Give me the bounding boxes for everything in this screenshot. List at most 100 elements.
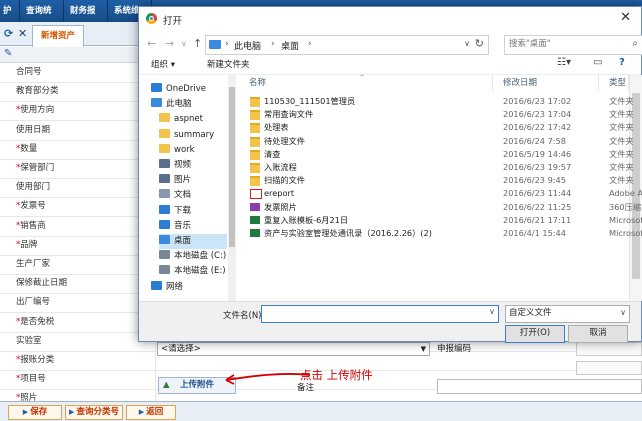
file-row[interactable]: 重复入账模板-6月21日 2016/6/21 17:11 Microsoft Exc… [239,214,642,227]
refresh-icon[interactable]: ⟳ [4,27,13,40]
back-button[interactable]: ▶ 返回 [126,405,176,420]
breadcrumb-desktop[interactable]: 桌面 [281,39,299,52]
chevron-down-icon: ∨ [620,308,626,317]
chevron-down-icon[interactable]: ∨ [489,307,495,316]
refresh-icon[interactable]: ↻ [475,37,484,50]
file-row[interactable]: ereport 2016/6/23 11:44 Adobe Acrobat [239,187,642,200]
file-date: 2016/6/22 11:25 [503,201,572,212]
address-bar[interactable]: › 此电脑 › 桌面 › ∨ ↻ [205,35,489,55]
file-name: 入账流程 [264,162,297,172]
sidebar-item[interactable]: work [159,143,227,158]
file-row[interactable]: 清查 2016/5/19 14:46 文件夹 [239,148,641,161]
new-folder-button[interactable]: 新建文件夹 [207,58,250,70]
up-arrow-icon[interactable]: ↑ [193,37,202,50]
file-date: 2016/6/23 17:04 [503,109,572,120]
view-options-icon[interactable]: ☷▾ [557,57,571,68]
file-type: Adobe Acrobat [609,188,642,199]
preview-pane-icon[interactable]: ▭ [593,57,602,68]
sidebar-item[interactable]: summary [159,128,227,143]
category-select-value: <请选择> [161,344,201,354]
query-category-button[interactable]: ▶ 查询分类号 [65,405,123,420]
declare-code-input[interactable] [576,342,642,356]
file-date: 2016/6/21 17:11 [503,214,572,225]
chevron-down-icon[interactable]: ∨ [181,39,187,48]
sidebar-item[interactable]: 本地磁盘 (C:) [159,249,227,264]
sidebar-item[interactable]: 下载 [159,204,227,219]
file-row[interactable]: 资产与实验室管理处通讯录（2016.2.26）(2) 2016/4/1 15:44… [239,227,642,240]
sidebar-item[interactable]: aspnet [159,112,227,127]
dialog-footer: 文件名(N): ∨ 自定义文件 ∨ 打开(O) 取消 [139,301,641,343]
save-button[interactable]: ▶ 保存 [8,405,62,420]
chevron-down-icon: ▼ [420,345,426,353]
remark-label: 备注 [297,383,315,393]
file-row[interactable]: 入账流程 2016/6/23 19:57 文件夹 [239,161,641,174]
category-select[interactable]: <请选择> ▼ [157,342,430,356]
back-arrow-icon[interactable]: ← [147,37,156,50]
form-field-label: 实验室 [16,335,42,346]
column-header-date[interactable]: 修改日期 [493,75,599,91]
form-field-label: *报账分类 [16,355,55,365]
rar-icon [250,202,260,211]
file-row[interactable]: 110530_111501管理员 2016/6/23 17:02 文件夹 [239,95,641,108]
music-icon [159,219,170,229]
nav-item-maintain[interactable]: 护 [0,0,20,22]
nav-item-finance[interactable]: 财务报账 [64,0,108,38]
forward-arrow-icon[interactable]: → [165,37,174,50]
sidebar-item[interactable]: 音乐 [159,219,227,234]
sidebar-item-label: work [174,144,195,155]
chevron-down-icon[interactable]: ∨ [464,39,470,48]
file-name: 处理表 [264,122,289,133]
sidebar-item[interactable]: 视频 [159,158,227,173]
sidebar-item[interactable]: 此电脑 [151,97,227,112]
edit-icon[interactable]: ✎ [4,48,12,59]
filename-input[interactable]: ∨ [261,305,499,323]
sidebar-item[interactable]: 图片 [159,173,227,188]
close-icon[interactable]: ✕ [620,10,631,25]
file-row[interactable]: 待处理文件 2016/6/24 7:58 文件夹 [239,135,641,148]
scrollbar-thumb[interactable] [229,87,235,247]
file-row[interactable]: 扫描的文件 2016/6/23 9:45 文件夹 [239,174,641,187]
project-extra-input[interactable] [576,361,642,375]
cancel-button[interactable]: 取消 [568,325,628,343]
file-row[interactable]: 发票照片 2016/6/22 11:25 360压缩 RAR 文 [239,201,642,214]
sidebar-item[interactable]: OneDrive [151,82,227,97]
sidebar-item[interactable]: 文档 [159,188,227,203]
declare-code-label: 申报编码 [437,344,472,354]
help-icon[interactable]: ? [619,57,625,68]
folder-icon [250,163,260,173]
nav-item-query-stats[interactable]: 查询统计 [20,0,64,38]
open-button[interactable]: 打开(O) [505,325,565,343]
remark-input[interactable] [437,379,642,394]
file-type-select[interactable]: 自定义文件 ∨ [505,305,630,323]
file-type: 文件夹 [609,96,634,106]
sidebar-item-label: 网络 [166,281,184,292]
navigation-pane-scrollbar[interactable] [228,75,236,301]
file-type: 文件夹 [609,148,634,159]
tab-add-asset[interactable]: 新增资产 [32,25,84,47]
breadcrumb-separator: › [271,39,275,49]
file-row[interactable]: 常用查询文件 2016/6/23 17:04 文件夹 [239,108,641,121]
file-type: Microsoft Excel [609,214,642,225]
sidebar-item[interactable]: 本地磁盘 (E:) [159,264,227,279]
dialog-toolbar: 组织 ▾ 新建文件夹 ☷▾ ▭ ? [139,55,641,75]
column-header-type[interactable]: 类型 [599,75,629,91]
folder-icon [159,143,170,153]
close-icon[interactable]: ✕ [18,27,27,40]
sidebar-item[interactable]: 桌面 [159,234,227,249]
sidebar-item-label: 图片 [174,175,192,186]
form-field-label: 合同号 [16,67,42,77]
navigation-pane: OneDrive 此电脑 aspnet summary work 视频图片文档 下载 音乐 桌面… [139,75,237,301]
file-type: 文件夹 [609,109,634,120]
sidebar-item-label: 此电脑 [166,99,192,110]
organize-button[interactable]: 组织 ▾ [151,58,175,70]
file-row[interactable]: 处理表 2016/6/22 17:42 文件夹 [239,121,641,134]
breadcrumb-this-pc[interactable]: 此电脑 [234,39,261,52]
bottom-toolbar: ▶ 保存 ▶ 查询分类号 ▶ 返回 [0,401,642,421]
form-field-label: *品牌 [16,239,38,250]
folder-icon [250,176,260,187]
column-header-name[interactable]: 名称 ^ [239,74,493,91]
video-icon [159,159,170,168]
sidebar-item[interactable]: 网络 [151,280,227,295]
sidebar-item-label: OneDrive [166,84,206,94]
search-input[interactable]: 搜索"桌面" ⌕ [504,35,642,55]
